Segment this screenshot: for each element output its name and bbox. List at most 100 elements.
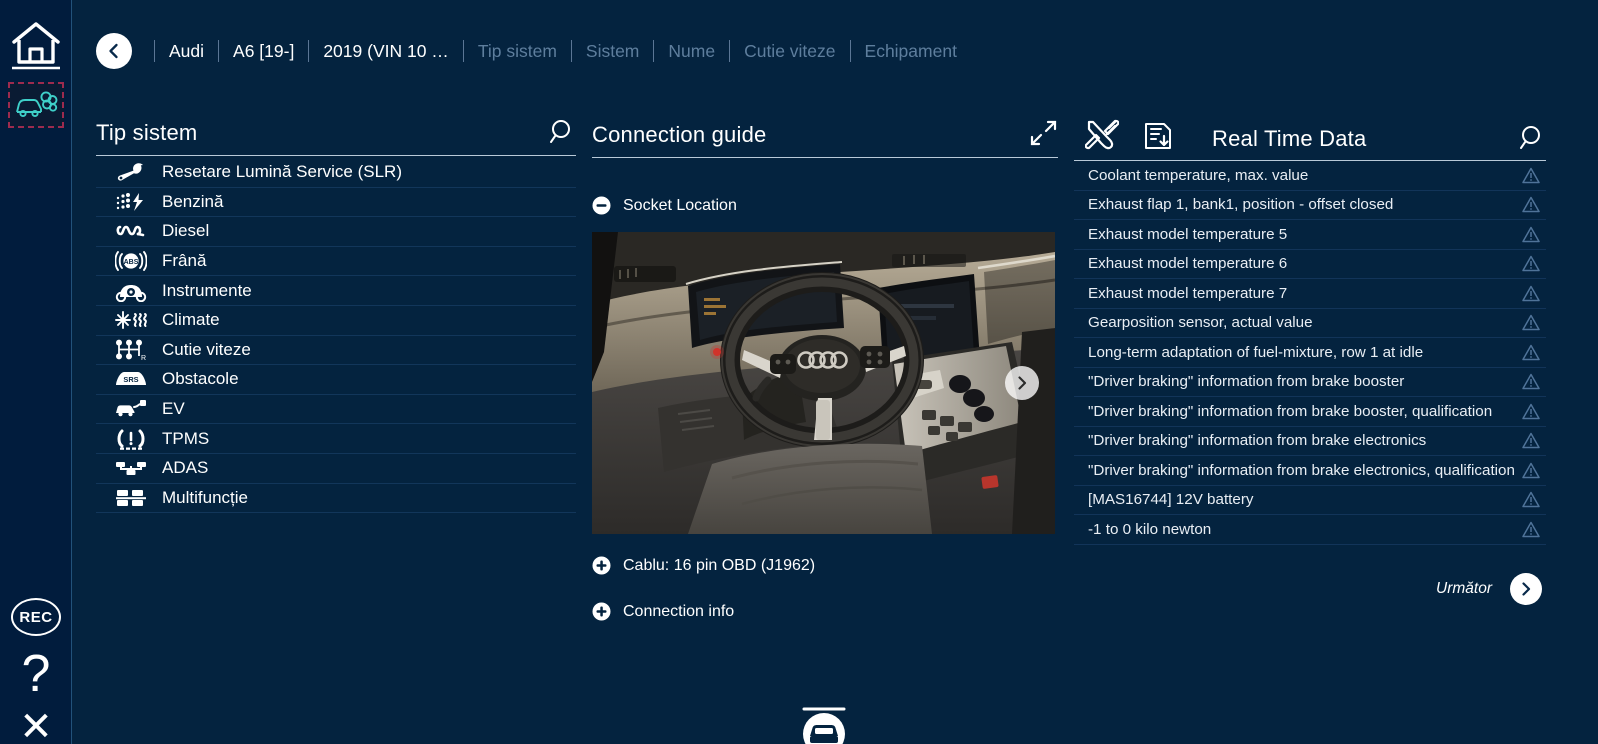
list-item[interactable]: Resetare Lumină Service (SLR) [96,158,576,188]
minus-circle-icon [592,196,611,215]
connection-guide-panel: Connection guide Socket Location Cablu: … [592,118,1058,621]
system-type-header: Tip sistem [96,118,576,156]
table-row[interactable]: [MAS16744] 12V battery [1074,486,1546,515]
breadcrumb: Audi A6 [19-] 2019 (VIN 10 … Tip sistem … [96,30,971,72]
table-row-label: Exhaust flap 1, bank1, position - offset… [1088,196,1394,214]
question-mark-icon: ? [21,645,51,703]
realtime-data-list: Coolant temperature, max. value Exhaust … [1074,161,1546,545]
list-item[interactable]: TPMS [96,424,576,454]
accordion-label: Socket Location [623,196,737,214]
table-row[interactable]: Coolant temperature, max. value [1074,161,1546,191]
table-row-label: Exhaust model temperature 6 [1088,255,1288,273]
warning-triangle-icon[interactable] [1522,226,1540,243]
table-row[interactable]: "Driver braking" information from brake … [1074,397,1546,427]
vehicle-icon [796,700,852,744]
breadcrumb-item-year-vin[interactable]: 2019 (VIN 10 … [308,40,462,62]
table-row-label: "Driver braking" information from brake … [1088,402,1493,420]
warning-triangle-icon[interactable] [1522,196,1540,213]
table-row[interactable]: Gearposition sensor, actual value [1074,309,1546,338]
close-button[interactable]: ✕ [19,707,53,744]
table-row[interactable]: Exhaust flap 1, bank1, position - offset… [1074,191,1546,220]
realtime-data-header: Real Time Data [1074,118,1546,161]
table-row[interactable]: Exhaust model temperature 7 [1074,279,1546,309]
vehicle-status-button[interactable] [796,700,852,744]
accordion-cable[interactable]: Cablu: 16 pin OBD (J1962) [592,556,1058,575]
list-item-label: Multifuncție [162,487,248,507]
table-row-label: -1 to 0 kilo newton [1088,520,1212,538]
home-button[interactable] [9,16,63,72]
warning-triangle-icon[interactable] [1522,491,1540,508]
climate-icon [110,310,152,330]
save-report-button[interactable] [1130,120,1186,152]
search-icon [548,118,576,146]
table-row[interactable]: Long-term adaptation of fuel-mixture, ro… [1074,338,1546,368]
table-row[interactable]: "Driver braking" information from brake … [1074,368,1546,397]
accordion-socket-location[interactable]: Socket Location [592,196,1058,215]
accordion-label: Cablu: 16 pin OBD (J1962) [623,556,816,574]
list-item[interactable]: R Cutie viteze [96,336,576,366]
list-item[interactable]: SRS Obstacole [96,365,576,395]
table-row-label: Long-term adaptation of fuel-mixture, ro… [1088,343,1424,361]
breadcrumb-item-model[interactable]: A6 [19-] [218,40,308,62]
list-item-label: Benzină [162,191,224,211]
warning-triangle-icon[interactable] [1522,462,1540,479]
warning-triangle-icon[interactable] [1522,432,1540,449]
list-item[interactable]: Instrumente [96,276,576,306]
breadcrumb-item-system[interactable]: Sistem [570,40,653,62]
svg-text:SRS: SRS [123,375,138,384]
next-button[interactable] [1510,572,1542,605]
help-button[interactable]: ? [22,648,51,700]
vehicle-emissions-button[interactable] [7,82,64,128]
list-item[interactable]: ADAS [96,454,576,484]
vehicle-interior-photo[interactable] [592,232,1055,534]
tire-pressure-icon [110,428,152,450]
instrument-cluster-icon [110,280,152,302]
realtime-data-title: Real Time Data [1212,126,1367,151]
table-row[interactable]: "Driver braking" information from brake … [1074,427,1546,456]
photo-next-button[interactable] [1005,366,1039,400]
table-row[interactable]: -1 to 0 kilo newton [1074,515,1546,545]
list-item[interactable]: Diesel [96,217,576,247]
list-item[interactable]: EV [96,395,576,425]
list-item[interactable]: Multifuncție [96,484,576,514]
warning-triangle-icon[interactable] [1522,344,1540,361]
breadcrumb-item-gearbox[interactable]: Cutie viteze [729,40,849,62]
vehicle-emissions-icon [13,88,59,122]
warning-triangle-icon[interactable] [1522,314,1540,331]
breadcrumb-item-name[interactable]: Nume [653,40,729,62]
table-row[interactable]: Exhaust model temperature 6 [1074,250,1546,279]
warning-triangle-icon[interactable] [1522,167,1540,184]
list-item[interactable]: ABS Frână [96,247,576,277]
warning-triangle-icon[interactable] [1522,403,1540,420]
tools-icon [1085,118,1119,152]
left-rail: REC ? ✕ [0,0,72,744]
breadcrumb-item-system-type[interactable]: Tip sistem [462,40,571,62]
list-item[interactable]: Benzină [96,188,576,218]
breadcrumb-item-make[interactable]: Audi [154,40,218,62]
list-item[interactable]: Climate [96,306,576,336]
expand-button[interactable] [1028,118,1058,148]
connection-guide-title: Connection guide [592,122,767,147]
warning-triangle-icon[interactable] [1522,255,1540,272]
record-button[interactable]: REC [11,598,61,636]
audi-interior-illustration [592,232,1055,534]
system-type-list: Resetare Lumină Service (SLR) Benzină Di… [96,158,576,514]
search-button-systems[interactable] [548,118,576,146]
record-label: REC [19,608,53,626]
next-label: Următor [1436,579,1492,597]
list-item-label: Diesel [162,221,210,241]
list-item-label: TPMS [162,428,210,448]
warning-triangle-icon[interactable] [1522,373,1540,390]
tools-button[interactable] [1074,118,1130,152]
warning-triangle-icon[interactable] [1522,285,1540,302]
search-button-realtime[interactable] [1518,124,1546,152]
table-row[interactable]: Exhaust model temperature 5 [1074,220,1546,250]
back-button[interactable] [96,33,132,69]
table-row[interactable]: "Driver braking" information from brake … [1074,456,1546,486]
abs-brake-icon: ABS [110,250,152,272]
accordion-connection-info[interactable]: Connection info [592,602,1058,621]
list-item-label: Obstacole [162,369,239,389]
breadcrumb-item-equipment[interactable]: Echipament [849,40,971,62]
warning-triangle-icon[interactable] [1522,521,1540,538]
home-icon [9,16,63,72]
